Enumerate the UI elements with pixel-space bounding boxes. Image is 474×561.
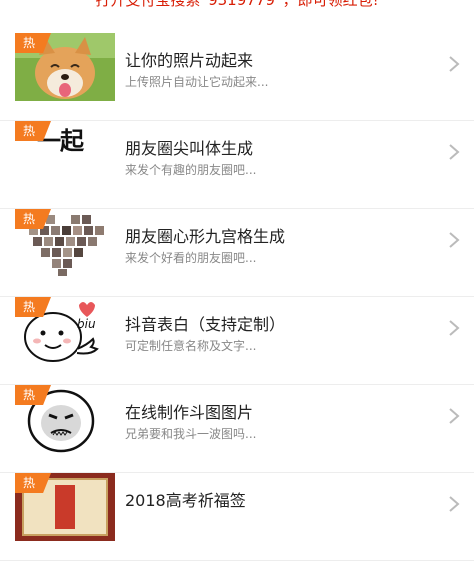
chevron-right-icon — [449, 320, 460, 336]
chevron-right-icon — [449, 496, 460, 512]
item-title: 让你的照片动起来 — [125, 51, 254, 70]
biu-text: biu — [77, 317, 96, 331]
list-item-scream-text[interactable]: 一起 热 朋友圈尖叫体生成 来发个有趣的朋友圈吧... — [0, 121, 474, 209]
item-title: 2018高考祈福签 — [125, 491, 246, 510]
item-title: 抖音表白（支持定制） — [125, 315, 286, 334]
item-desc: 兄弟要和我斗一波图吗... — [125, 427, 257, 441]
list-item-heart-grid[interactable]: 热 朋友圈心形九宫格生成 来发个好看的朋友圈吧... — [0, 209, 474, 297]
item-desc: 来发个好看的朋友圈吧... — [125, 251, 257, 265]
item-desc: 上传照片自动让它动起来... — [125, 75, 269, 89]
item-title: 在线制作斗图图片 — [125, 403, 254, 422]
promo-banner: 打开支付宝搜索“9319779”，即可领红包! — [95, 0, 379, 9]
chevron-right-icon — [449, 144, 460, 160]
chevron-right-icon — [449, 56, 460, 72]
item-title: 朋友圈尖叫体生成 — [125, 139, 254, 158]
list-item-exam-blessing[interactable]: 热 2018高考祈福签 — [0, 473, 474, 561]
item-desc: 来发个有趣的朋友圈吧... — [125, 163, 257, 177]
item-desc: 可定制任意名称及文字... — [125, 339, 257, 353]
list-item-meme-maker[interactable]: 热 在线制作斗图图片 兄弟要和我斗一波图吗... — [0, 385, 474, 473]
chevron-right-icon — [449, 408, 460, 424]
list-item-animate-photo[interactable]: 热 让你的照片动起来 上传照片自动让它动起来... — [0, 33, 474, 121]
chevron-right-icon — [449, 232, 460, 248]
list-item-douyin-confession[interactable]: biu 热 抖音表白（支持定制） 可定制任意名称及文字... — [0, 297, 474, 385]
item-title: 朋友圈心形九宫格生成 — [125, 227, 286, 246]
